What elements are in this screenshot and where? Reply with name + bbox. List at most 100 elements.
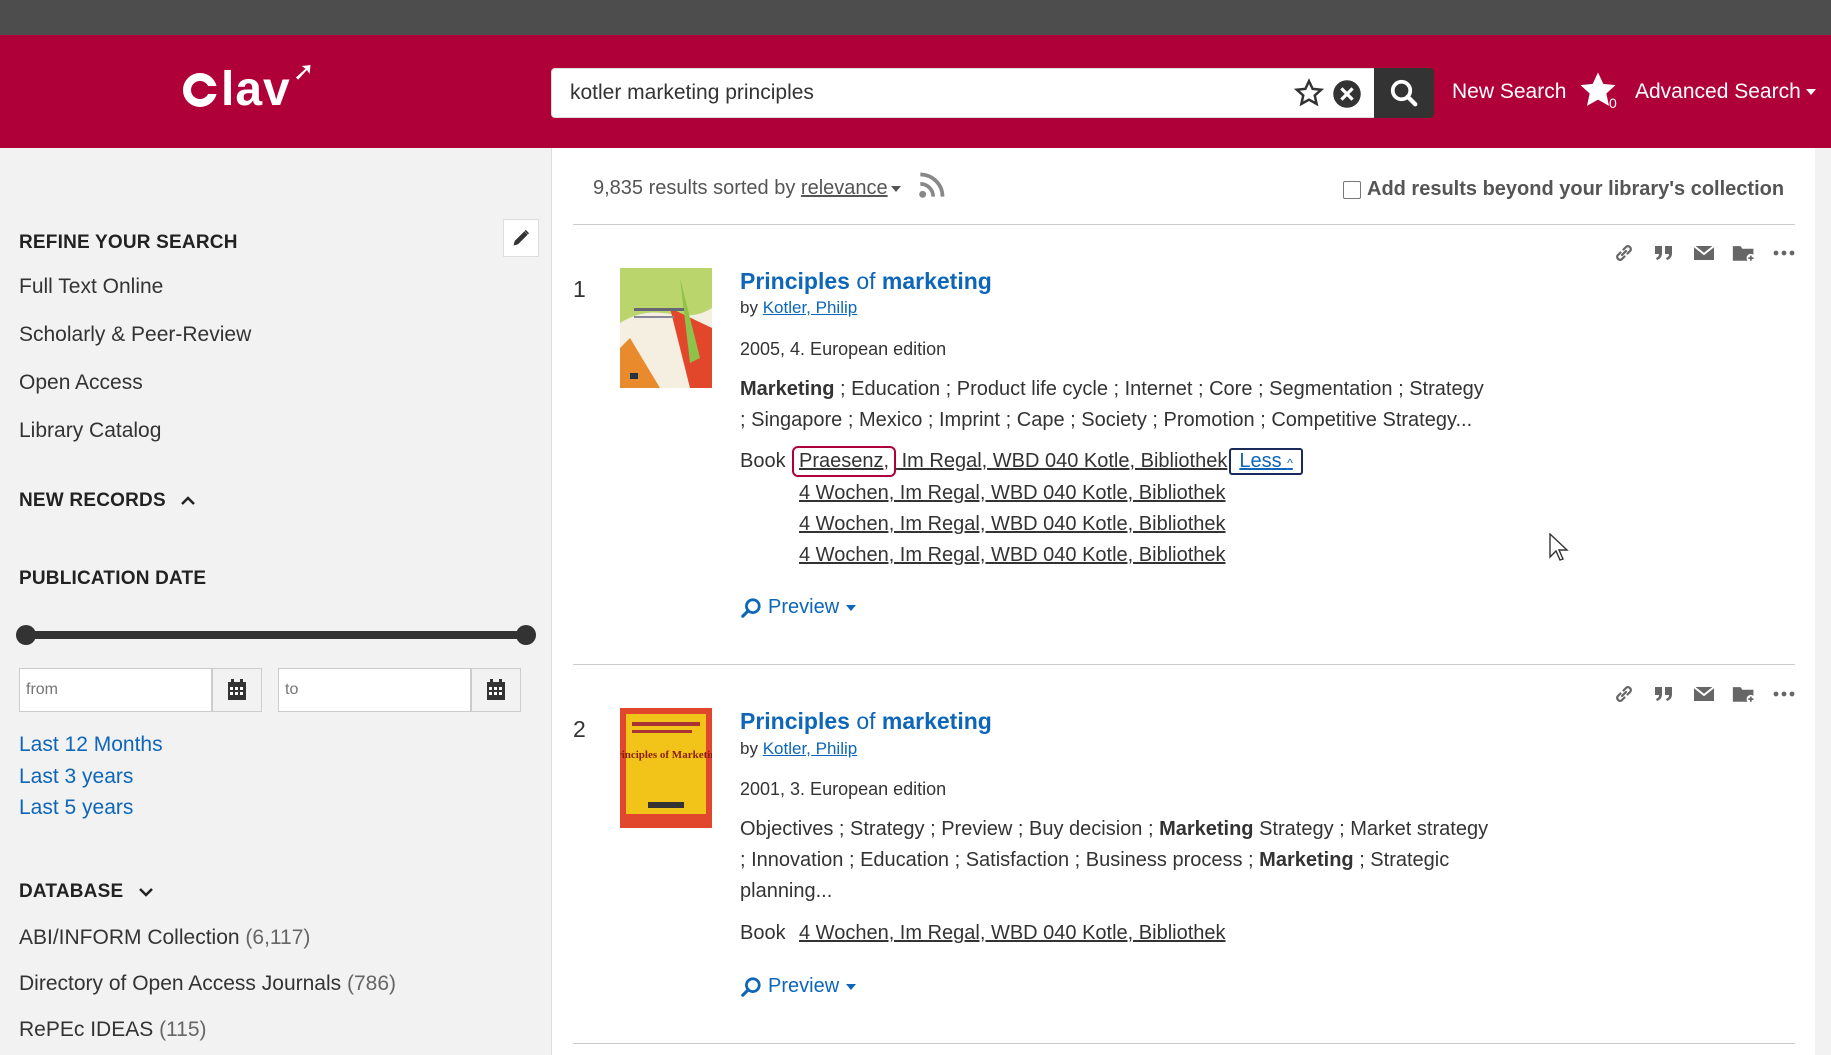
- holding-highlight[interactable]: Praesenz,: [792, 446, 897, 477]
- date-from-input[interactable]: [19, 668, 212, 712]
- logo-mark: [183, 72, 219, 107]
- database-heading[interactable]: DATABASE: [19, 881, 153, 903]
- rss-icon[interactable]: [918, 171, 946, 199]
- to-calendar-button[interactable]: [471, 668, 521, 712]
- last-5-years-link[interactable]: Last 5 years: [19, 796, 133, 820]
- chevron-down-icon: [846, 983, 857, 990]
- new-search-link[interactable]: New Search: [1452, 80, 1566, 104]
- favorites-count: 0: [1609, 95, 1617, 111]
- title-word: of: [856, 268, 876, 294]
- subject-bold: Marketing: [1159, 818, 1254, 840]
- refine-scholarly[interactable]: Scholarly & Peer-Review: [19, 323, 251, 347]
- publication-date-heading: PUBLICATION DATE: [19, 568, 207, 589]
- logo-arrow-icon: ➚: [292, 56, 316, 86]
- holding-item[interactable]: 4 Wochen, Im Regal, WBD 040 Kotle, Bibli…: [799, 513, 1226, 536]
- database-item[interactable]: Directory of Open Access Journals (786): [19, 972, 396, 996]
- more-icon[interactable]: [1772, 682, 1796, 706]
- holding-item[interactable]: Praesenz, Im Regal, WBD 040 Kotle, Bibli…: [792, 446, 1303, 477]
- date-slider-max-handle[interactable]: [516, 625, 536, 645]
- holding-text: Im Regal, WBD 040 Kotle, Bibliothek: [896, 450, 1228, 472]
- chevron-down-icon: [138, 888, 153, 897]
- subject-bold: Marketing: [1259, 849, 1354, 871]
- result-number: 2: [573, 716, 586, 742]
- link-icon[interactable]: [1612, 241, 1636, 265]
- date-slider-track[interactable]: [26, 631, 526, 639]
- subjects-text: ; Singapore ; Mexico ; Imprint ; Cape ; …: [740, 409, 1473, 431]
- sort-label: relevance: [800, 177, 888, 199]
- result-edition: 2001, 3. European edition: [740, 779, 947, 799]
- link-icon[interactable]: [1612, 682, 1636, 706]
- format-label: Book: [740, 450, 786, 472]
- database-name: RePEc IDEAS: [19, 1018, 154, 1041]
- advanced-search-label: Advanced Search: [1635, 80, 1801, 103]
- less-button[interactable]: Less ^: [1229, 448, 1303, 475]
- preview-button[interactable]: Preview: [740, 975, 857, 998]
- database-count: (115): [159, 1018, 207, 1041]
- cover-title: Principles of Marketing: [620, 749, 712, 761]
- result-edition: 2005, 4. European edition: [740, 339, 947, 359]
- email-icon[interactable]: [1692, 241, 1716, 265]
- folder-add-icon[interactable]: [1732, 682, 1756, 706]
- edit-button[interactable]: [503, 219, 539, 257]
- result-actions: [1612, 682, 1796, 706]
- holding-item[interactable]: 4 Wochen, Im Regal, WBD 040 Kotle, Bibli…: [799, 482, 1226, 505]
- sort-dropdown[interactable]: relevance: [801, 177, 888, 199]
- folder-add-icon[interactable]: [1732, 241, 1756, 265]
- date-to-input[interactable]: [278, 668, 471, 712]
- star-outline-icon[interactable]: [1294, 78, 1324, 108]
- book-cover-image[interactable]: [620, 268, 712, 388]
- database-item[interactable]: ABI/INFORM Collection (6,117): [19, 926, 310, 950]
- cite-quote-icon[interactable]: [1652, 682, 1676, 706]
- logo[interactable]: lav ➚: [183, 56, 316, 117]
- divider: [573, 664, 1795, 665]
- from-calendar-button[interactable]: [212, 668, 262, 712]
- pencil-icon: [513, 229, 530, 246]
- refine-full-text[interactable]: Full Text Online: [19, 275, 163, 299]
- result-title-link[interactable]: Principles of marketing: [740, 268, 992, 295]
- last-12-months-link[interactable]: Last 12 Months: [19, 733, 163, 757]
- beyond-collection-option[interactable]: Add results beyond your library's collec…: [1343, 178, 1784, 201]
- author-link[interactable]: Kotler, Philip: [763, 298, 858, 317]
- beyond-collection-checkbox[interactable]: [1343, 180, 1361, 199]
- database-count: (786): [346, 972, 397, 995]
- results-count-text: 9,835 results sorted by: [593, 177, 796, 199]
- format-label: Book: [740, 922, 786, 944]
- refine-library-catalog[interactable]: Library Catalog: [19, 419, 161, 443]
- search-input[interactable]: [552, 70, 1272, 116]
- database-name: Directory of Open Access Journals: [19, 972, 342, 995]
- preview-button[interactable]: Preview: [740, 596, 857, 619]
- subjects-text: ; Strategic: [1353, 849, 1450, 871]
- subject-bold: Marketing: [740, 378, 835, 400]
- title-word: marketing: [881, 268, 992, 294]
- email-icon[interactable]: [1692, 682, 1716, 706]
- cite-quote-icon[interactable]: [1652, 241, 1676, 265]
- magnifier-icon: [741, 976, 761, 997]
- browser-top-bar: [0, 0, 1831, 35]
- book-cover-image[interactable]: Principles of Marketing: [620, 708, 712, 828]
- clear-icon[interactable]: [1332, 79, 1362, 109]
- last-3-years-link[interactable]: Last 3 years: [19, 765, 133, 789]
- refine-heading: REFINE YOUR SEARCH: [19, 232, 238, 253]
- new-records-heading[interactable]: NEW RECORDS: [19, 490, 196, 512]
- subjects-text: ; Education ; Product life cycle ; Inter…: [834, 378, 1484, 400]
- result-title-link[interactable]: Principles of marketing: [740, 708, 992, 735]
- chevron-down-icon: [1805, 89, 1816, 96]
- subjects-text: ; Innovation ; Education ; Satisfaction …: [740, 849, 1260, 871]
- database-name: ABI/INFORM Collection: [19, 926, 240, 949]
- holding-item[interactable]: 4 Wochen, Im Regal, WBD 040 Kotle, Bibli…: [799, 922, 1226, 945]
- divider: [573, 1043, 1795, 1044]
- author-link[interactable]: Kotler, Philip: [763, 739, 858, 758]
- divider: [573, 224, 1795, 225]
- database-item[interactable]: RePEc IDEAS (115): [19, 1018, 207, 1042]
- more-icon[interactable]: [1772, 241, 1796, 265]
- preview-label: Preview: [768, 596, 840, 618]
- title-word: marketing: [881, 708, 992, 734]
- advanced-search-link[interactable]: Advanced Search: [1635, 80, 1816, 104]
- chevron-down-icon: [890, 185, 901, 192]
- result-subjects: Marketing ; Education ; Product life cyc…: [740, 374, 1540, 436]
- refine-open-access[interactable]: Open Access: [19, 371, 143, 395]
- date-slider-min-handle[interactable]: [16, 625, 36, 645]
- search-button[interactable]: [1374, 68, 1434, 118]
- holding-item[interactable]: 4 Wochen, Im Regal, WBD 040 Kotle, Bibli…: [799, 544, 1226, 567]
- magnifier-icon: [741, 597, 761, 618]
